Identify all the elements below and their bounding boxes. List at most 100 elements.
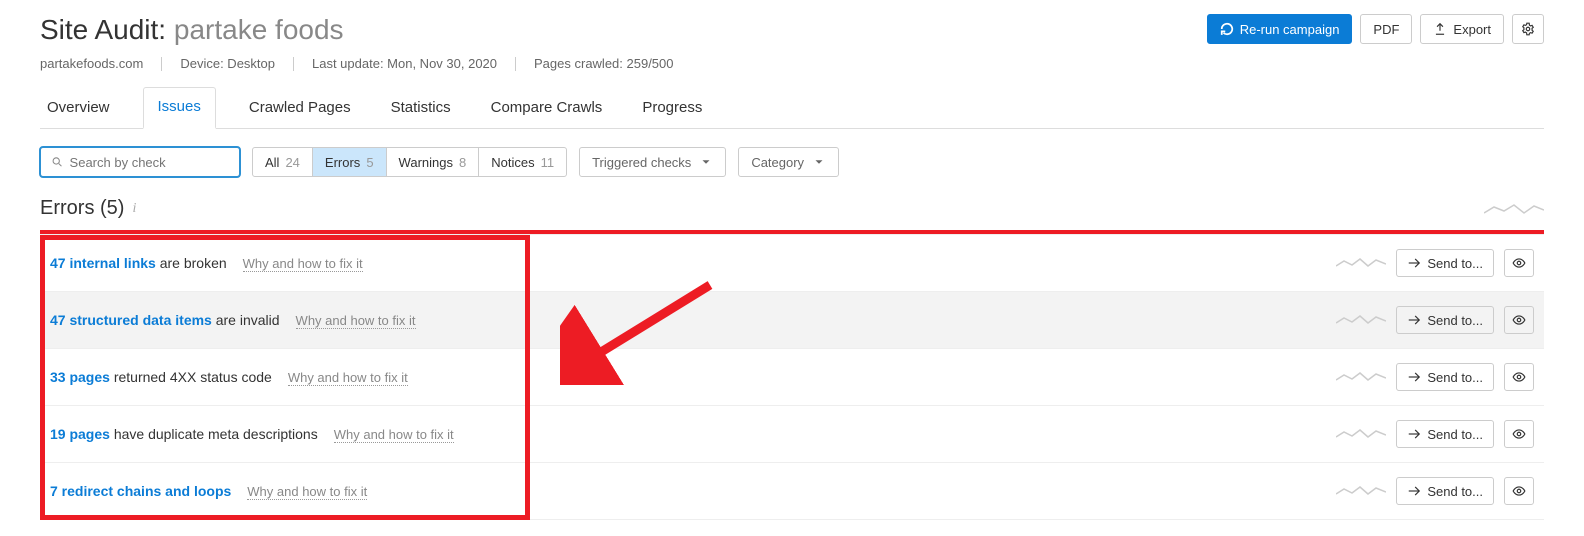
hide-button[interactable] [1504, 249, 1534, 277]
issue-text: 47 internal links are broken Why and how … [50, 255, 363, 272]
filter-pill-all[interactable]: All24 [253, 148, 313, 176]
issue-actions: Send to... [1336, 306, 1534, 334]
issue-actions: Send to... [1336, 477, 1534, 505]
tab-progress[interactable]: Progress [635, 88, 709, 128]
search-input[interactable] [70, 155, 229, 170]
sendto-label: Send to... [1427, 256, 1483, 271]
tab-issues[interactable]: Issues [143, 87, 216, 129]
hide-button[interactable] [1504, 477, 1534, 505]
eye-icon [1512, 484, 1526, 498]
issue-row[interactable]: 47 internal links are broken Why and how … [40, 235, 1544, 292]
share-icon [1407, 484, 1421, 498]
issue-text: 7 redirect chains and loops Why and how t… [50, 483, 367, 500]
triggered-checks-dropdown[interactable]: Triggered checks [579, 147, 726, 177]
fixit-link[interactable]: Why and how to fix it [334, 427, 454, 443]
tab-crawled-pages[interactable]: Crawled Pages [242, 88, 358, 128]
header-actions: Re-run campaign PDF Export [1207, 14, 1544, 44]
share-icon [1407, 313, 1421, 327]
spark-icon [1336, 484, 1386, 498]
meta-domain[interactable]: partakefoods.com [40, 56, 143, 71]
eye-icon [1512, 370, 1526, 384]
refresh-icon [1220, 22, 1234, 36]
meta-pages-crawled: Pages crawled: 259/500 [534, 56, 673, 71]
section-title-text: Errors (5) [40, 197, 124, 220]
filter-pill-notices[interactable]: Notices 11 [479, 148, 566, 176]
fixit-link[interactable]: Why and how to fix it [288, 370, 408, 386]
fixit-link[interactable]: Why and how to fix it [247, 484, 367, 500]
eye-icon [1512, 313, 1526, 327]
pill-label: Notices [491, 155, 534, 170]
issue-row[interactable]: 7 redirect chains and loops Why and how t… [40, 463, 1544, 520]
issue-actions: Send to... [1336, 363, 1534, 391]
hide-button[interactable] [1504, 420, 1534, 448]
section-title: Errors (5) i [40, 197, 136, 220]
meta-device: Device: Desktop [180, 56, 275, 71]
share-icon [1407, 427, 1421, 441]
spark-icon [1336, 427, 1386, 441]
settings-button[interactable] [1512, 14, 1544, 44]
spark-icon [1484, 201, 1544, 217]
filter-pill-warnings[interactable]: Warnings8 [387, 148, 480, 176]
sendto-button[interactable]: Send to... [1396, 306, 1494, 334]
sendto-button[interactable]: Send to... [1396, 420, 1494, 448]
pdf-button[interactable]: PDF [1360, 14, 1412, 44]
hide-button[interactable] [1504, 306, 1534, 334]
spark-icon [1336, 370, 1386, 384]
sendto-label: Send to... [1427, 313, 1483, 328]
issue-link[interactable]: 47 structured data items [50, 312, 212, 328]
issue-link[interactable]: 19 pages [50, 426, 110, 442]
category-dropdown[interactable]: Category [738, 147, 839, 177]
pill-count: 5 [366, 155, 373, 170]
issue-row[interactable]: 19 pages have duplicate meta description… [40, 406, 1544, 463]
search-input-wrapper[interactable] [40, 147, 240, 177]
info-icon[interactable]: i [132, 201, 136, 217]
issue-actions: Send to... [1336, 420, 1534, 448]
category-label: Category [751, 155, 804, 170]
spark-icon [1336, 256, 1386, 270]
page-title: Site Audit: partake foods [40, 14, 344, 46]
issue-desc: are invalid [212, 312, 280, 328]
spark-icon [1336, 313, 1386, 327]
title-prefix: Site Audit: [40, 14, 174, 45]
issue-list: 47 internal links are broken Why and how … [40, 234, 1544, 520]
share-icon [1407, 256, 1421, 270]
tab-compare-crawls[interactable]: Compare Crawls [484, 88, 610, 128]
rerun-label: Re-run campaign [1240, 22, 1340, 37]
rerun-campaign-button[interactable]: Re-run campaign [1207, 14, 1353, 44]
sendto-button[interactable]: Send to... [1396, 363, 1494, 391]
chevron-down-icon [812, 155, 826, 169]
toolbar: All24 Errors 5 Warnings8 Notices 11 Triggered… [40, 147, 1544, 177]
fixit-link[interactable]: Why and how to fix it [296, 313, 416, 329]
issue-link[interactable]: 7 redirect chains and loops [50, 483, 231, 499]
meta-bar: partakefoods.com Device: Desktop Last up… [40, 56, 1544, 71]
filter-pill-errors[interactable]: Errors 5 [313, 148, 387, 176]
issue-desc: returned 4XX status code [110, 369, 272, 385]
tabs: Overview Issues Crawled Pages Statistics Com… [40, 87, 1544, 129]
export-label: Export [1453, 22, 1491, 37]
search-icon [51, 155, 64, 169]
hide-button[interactable] [1504, 363, 1534, 391]
issue-row[interactable]: 47 structured data items are invalid Why … [40, 292, 1544, 349]
tab-overview[interactable]: Overview [40, 88, 117, 128]
sendto-button[interactable]: Send to... [1396, 249, 1494, 277]
gear-icon [1521, 22, 1535, 36]
tab-statistics[interactable]: Statistics [384, 88, 458, 128]
issue-desc: have duplicate meta descriptions [110, 426, 318, 442]
issue-actions: Send to... [1336, 249, 1534, 277]
sendto-label: Send to... [1427, 427, 1483, 442]
meta-last-update: Last update: Mon, Nov 30, 2020 [312, 56, 497, 71]
share-icon [1407, 370, 1421, 384]
issue-text: 33 pages returned 4XX status code Why and… [50, 369, 408, 386]
pill-label: Errors [325, 155, 360, 170]
issue-link[interactable]: 47 internal links [50, 255, 156, 271]
sendto-label: Send to... [1427, 370, 1483, 385]
sendto-button[interactable]: Send to... [1396, 477, 1494, 505]
export-button[interactable]: Export [1420, 14, 1504, 44]
issue-row[interactable]: 33 pages returned 4XX status code Why and… [40, 349, 1544, 406]
issue-desc: are broken [156, 255, 227, 271]
fixit-link[interactable]: Why and how to fix it [243, 256, 363, 272]
pill-count: 11 [541, 155, 555, 170]
issue-link[interactable]: 33 pages [50, 369, 110, 385]
chevron-down-icon [699, 155, 713, 169]
title-site: partake foods [174, 14, 344, 45]
